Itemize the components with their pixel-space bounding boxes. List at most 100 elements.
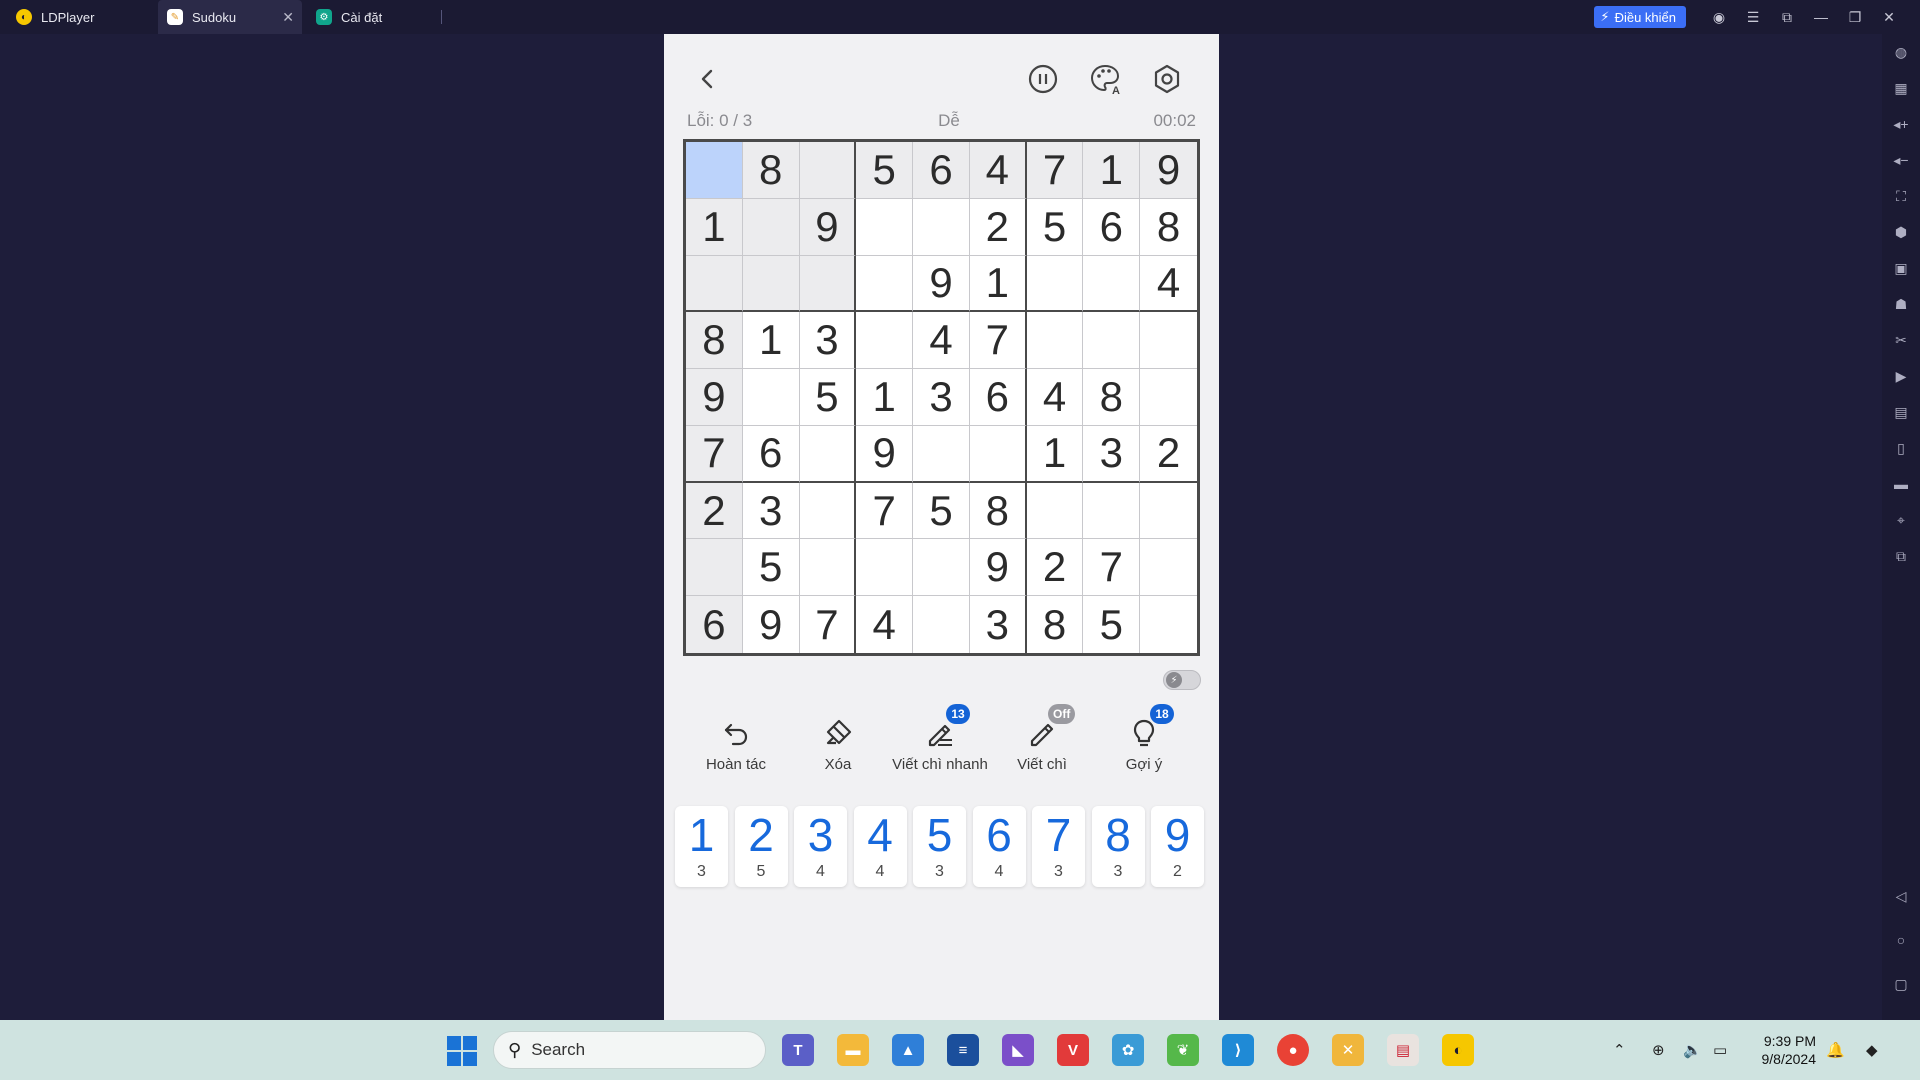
- number-key[interactable]: 25: [734, 806, 788, 887]
- sudoku-cell[interactable]: [799, 539, 857, 597]
- number-key[interactable]: 83: [1091, 806, 1145, 887]
- number-key[interactable]: 13: [675, 806, 728, 887]
- operation-record-icon[interactable]: ▤: [1882, 400, 1920, 424]
- tray-chevron-icon[interactable]: ⌃: [1613, 1020, 1626, 1080]
- folder-icon[interactable]: ▬: [1882, 472, 1920, 496]
- sudoku-cell[interactable]: 8: [1083, 369, 1141, 426]
- sudoku-cell[interactable]: 9: [1140, 142, 1197, 199]
- sudoku-cell[interactable]: [1140, 596, 1197, 653]
- sudoku-cell[interactable]: 2: [686, 482, 743, 540]
- undo-button[interactable]: Hoàn tác: [681, 713, 791, 773]
- sudoku-cell[interactable]: 9: [742, 596, 800, 653]
- multi-instance-icon[interactable]: ⧉: [1882, 544, 1920, 568]
- taskbar-search-box[interactable]: ⚲ Search: [493, 1031, 766, 1069]
- sudoku-cell[interactable]: [742, 198, 800, 256]
- sudoku-cell[interactable]: 1: [1026, 425, 1084, 483]
- sudoku-cell[interactable]: 9: [913, 255, 970, 313]
- tab-settings[interactable]: ⚙ Cài đặt: [302, 9, 442, 25]
- network-icon[interactable]: ⊕: [1652, 1020, 1665, 1080]
- sudoku-cell[interactable]: 3: [913, 369, 970, 426]
- sudoku-cell[interactable]: [856, 255, 914, 313]
- volume-up-icon[interactable]: ◂+: [1882, 112, 1920, 136]
- location-icon[interactable]: ⌖: [1882, 508, 1920, 532]
- settings-gear-icon[interactable]: [1147, 59, 1187, 99]
- sudoku-cell[interactable]: [799, 255, 857, 313]
- sudoku-cell[interactable]: [1083, 312, 1141, 370]
- sudoku-cell[interactable]: [913, 198, 970, 256]
- sudoku-cell[interactable]: [799, 142, 857, 199]
- gamepad-icon[interactable]: ◍: [1882, 40, 1920, 64]
- back-arrow-icon[interactable]: [688, 59, 728, 99]
- sudoku-cell[interactable]: 9: [686, 369, 743, 426]
- keyboard-icon[interactable]: ▦: [1882, 76, 1920, 100]
- battery-icon[interactable]: ▭: [1713, 1020, 1727, 1080]
- sudoku-cell[interactable]: 5: [913, 482, 970, 540]
- sudoku-cell[interactable]: 5: [742, 539, 800, 597]
- vivaldi-icon[interactable]: V: [1057, 1034, 1089, 1066]
- sudoku-cell[interactable]: 1: [856, 369, 914, 426]
- sudoku-cell[interactable]: 6: [913, 142, 970, 199]
- sync-icon[interactable]: ▣: [1882, 256, 1920, 280]
- sudoku-cell[interactable]: [913, 425, 970, 483]
- sudoku-cell[interactable]: 6: [969, 369, 1027, 426]
- number-key[interactable]: 34: [794, 806, 847, 887]
- sudoku-cell[interactable]: 5: [799, 369, 857, 426]
- sudoku-cell[interactable]: 8: [969, 482, 1027, 540]
- chrome-icon[interactable]: ●: [1277, 1034, 1309, 1066]
- notepad-icon[interactable]: ≡: [947, 1034, 979, 1066]
- sudoku-cell[interactable]: 3: [742, 482, 800, 540]
- hint-button[interactable]: 18 Gợi ý: [1089, 704, 1199, 773]
- sudoku-cell[interactable]: 4: [913, 312, 970, 370]
- sudoku-cell[interactable]: 7: [799, 596, 857, 653]
- notes-button[interactable]: Off Viết chì: [987, 704, 1097, 773]
- sudoku-cell[interactable]: [1026, 482, 1084, 540]
- sudoku-cell[interactable]: 2: [969, 198, 1027, 256]
- fast-mode-toggle[interactable]: ⚡: [1163, 670, 1201, 690]
- sudoku-cell[interactable]: 4: [856, 596, 914, 653]
- sudoku-cell[interactable]: 3: [1083, 425, 1141, 483]
- photos-icon[interactable]: ▲: [892, 1034, 924, 1066]
- android-recents-icon[interactable]: ▢: [1882, 972, 1920, 996]
- sudoku-cell[interactable]: [742, 369, 800, 426]
- sudoku-cell[interactable]: 7: [1026, 142, 1084, 199]
- tab-sudoku[interactable]: ✎ Sudoku ✕: [158, 0, 302, 34]
- app-tools-icon[interactable]: ✕: [1332, 1034, 1364, 1066]
- quick-notes-button[interactable]: 13 Viết chì nhanh: [885, 704, 995, 773]
- sudoku-cell[interactable]: 1: [686, 198, 743, 256]
- notification-bell-icon[interactable]: 🔔: [1826, 1020, 1845, 1080]
- visual-studio-icon[interactable]: ◣: [1002, 1034, 1034, 1066]
- sudoku-cell[interactable]: 6: [742, 425, 800, 483]
- sudoku-cell[interactable]: 8: [1140, 198, 1197, 256]
- sudoku-cell[interactable]: [856, 312, 914, 370]
- sudoku-cell[interactable]: 2: [1140, 425, 1197, 483]
- sudoku-cell[interactable]: [1140, 369, 1197, 426]
- sudoku-cell[interactable]: [1083, 255, 1141, 313]
- sudoku-cell[interactable]: [1140, 539, 1197, 597]
- sudoku-cell[interactable]: 9: [856, 425, 914, 483]
- number-key[interactable]: 64: [972, 806, 1026, 887]
- sudoku-cell[interactable]: [1140, 312, 1197, 370]
- sudoku-cell[interactable]: [856, 198, 914, 256]
- sudoku-cell[interactable]: 8: [742, 142, 800, 199]
- sudoku-cell[interactable]: 8: [1026, 596, 1084, 653]
- sudoku-cell[interactable]: 4: [969, 142, 1027, 199]
- sudoku-cell[interactable]: 5: [856, 142, 914, 199]
- record-icon[interactable]: ▶: [1882, 364, 1920, 388]
- close-tab-icon[interactable]: ✕: [282, 9, 294, 26]
- volume-down-icon[interactable]: ◂−: [1882, 148, 1920, 172]
- sudoku-cell[interactable]: 6: [1083, 198, 1141, 256]
- sudoku-cell[interactable]: 3: [799, 312, 857, 370]
- copilot-icon[interactable]: ◆: [1866, 1020, 1878, 1080]
- number-key[interactable]: 44: [853, 806, 907, 887]
- android-home-icon[interactable]: ○: [1882, 928, 1920, 952]
- pause-icon[interactable]: [1023, 59, 1063, 99]
- install-apk-icon[interactable]: ⬢: [1882, 220, 1920, 244]
- sudoku-cell[interactable]: [1083, 482, 1141, 540]
- sudoku-cell[interactable]: [913, 539, 970, 597]
- sudoku-cell[interactable]: [1140, 482, 1197, 540]
- sudoku-cell[interactable]: [742, 255, 800, 313]
- sudoku-cell[interactable]: [913, 596, 970, 653]
- windows-start-icon[interactable]: [447, 1036, 477, 1066]
- app-pdf-icon[interactable]: ▤: [1387, 1034, 1419, 1066]
- sudoku-cell[interactable]: 7: [856, 482, 914, 540]
